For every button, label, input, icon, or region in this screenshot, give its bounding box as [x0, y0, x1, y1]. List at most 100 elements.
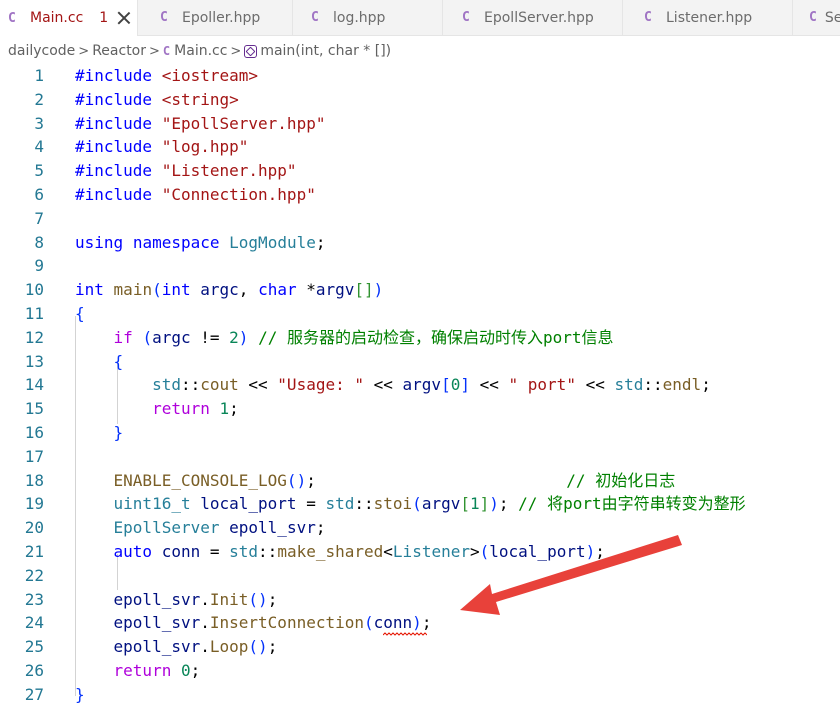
code-text: EpollServer epoll_svr;	[113, 518, 326, 538]
line-number: 3	[34, 113, 44, 133]
line-number: 18	[24, 470, 44, 490]
line-number: 16	[24, 423, 44, 442]
chevron-right-icon: >	[78, 43, 90, 59]
code-line[interactable]: 13 {	[0, 350, 840, 374]
code-text: #include "Listener.hpp"	[75, 161, 297, 181]
code-line[interactable]: 17	[0, 445, 840, 469]
close-icon[interactable]	[116, 10, 132, 26]
code-line[interactable]: 12 if (argc != 2) // 服务器的启动检查，确保启动时传入por…	[0, 326, 840, 350]
breadcrumb-folder-dailycode[interactable]: dailycode	[8, 43, 75, 59]
code-line[interactable]: 27}	[0, 683, 840, 707]
code-line[interactable]: 7	[0, 207, 840, 231]
line-number: 17	[24, 446, 44, 466]
line-number: 2	[34, 89, 44, 109]
line-number: 23	[24, 589, 44, 609]
code-line[interactable]: 19 uint16_t local_port = std::stoi(argv[…	[0, 492, 840, 516]
tab-epoller-hpp[interactable]: C Epoller.hpp	[138, 0, 293, 35]
code-line[interactable]: 9	[0, 254, 840, 278]
tab-listener-hpp[interactable]: C Listener.hpp	[623, 0, 793, 35]
code-line[interactable]: 10 int main(int argc, char *argv[])	[0, 278, 840, 302]
line-number: 9	[34, 256, 44, 276]
code-text: auto conn = std::make_shared<Listener>(l…	[113, 542, 605, 561]
editor-tab-bar: C Main.cc 1 C Epoller.hpp C log.hpp C Ep…	[0, 0, 840, 36]
breadcrumb-file[interactable]: Main.cc	[174, 43, 227, 59]
tab-label: Main.cc	[30, 10, 84, 26]
line-number: 11	[24, 304, 44, 323]
line-number: 4	[34, 137, 44, 157]
cpp-file-icon: C	[162, 44, 171, 58]
cpp-file-icon: C	[809, 10, 817, 25]
code-line[interactable]: 22	[0, 564, 840, 588]
line-number: 26	[24, 661, 44, 680]
code-line[interactable]: 16 }	[0, 421, 840, 445]
code-line[interactable]: 26 return 0;	[0, 659, 840, 683]
breadcrumb: dailycode > Reactor > C Main.cc > main(i…	[0, 38, 391, 64]
code-line[interactable]: 6 #include "Connection.hpp"	[0, 183, 840, 207]
code-text: {	[113, 351, 124, 371]
line-number: 10	[24, 280, 44, 300]
breadcrumb-function[interactable]: main(int, char * [])	[260, 43, 391, 59]
line-number: 25	[24, 637, 44, 657]
code-text: uint16_t local_port = std::stoi(argv[1])…	[113, 494, 746, 514]
line-number: 15	[24, 399, 44, 419]
code-line[interactable]: 8 using namespace LogModule;	[0, 231, 840, 255]
line-number: 12	[24, 327, 44, 347]
code-text: {	[75, 304, 85, 323]
code-text: if (argc != 2) // 服务器的启动检查，确保启动时传入port信息	[113, 327, 614, 347]
function-symbol-icon	[244, 44, 258, 58]
tab-label: Epoller.hpp	[182, 9, 261, 26]
tab-label: Se	[824, 9, 840, 26]
code-text: }	[113, 423, 124, 442]
line-number: 27	[24, 684, 44, 704]
code-line[interactable]: 15 return 1;	[0, 397, 840, 421]
code-line[interactable]: 21 auto conn = std::make_shared<Listener…	[0, 540, 840, 564]
code-text: #include "EpollServer.hpp"	[75, 113, 326, 133]
code-line[interactable]: 11 {	[0, 302, 840, 326]
line-number: 22	[24, 565, 44, 585]
code-text: epoll_svr.Loop();	[113, 637, 278, 657]
line-number: 20	[24, 518, 44, 538]
code-line[interactable]: 2 #include <string>	[0, 88, 840, 112]
cpp-file-icon: C	[462, 10, 470, 25]
code-line[interactable]: 25 epoll_svr.Loop();	[0, 635, 840, 659]
line-number: 19	[24, 494, 44, 514]
breadcrumb-folder-reactor[interactable]: Reactor	[92, 43, 146, 59]
cpp-file-icon: C	[8, 10, 16, 26]
code-line[interactable]: 3 #include "EpollServer.hpp"	[0, 112, 840, 136]
code-editor[interactable]: 1 #include <iostream> 2 #include <string> 3 #…	[0, 64, 840, 724]
code-text: std::cout << "Usage: " << argv[0] << " p…	[152, 375, 711, 395]
code-line[interactable]: 1 #include <iostream>	[0, 64, 840, 88]
tab-log-hpp[interactable]: C log.hpp	[293, 0, 443, 35]
chevron-right-icon: >	[149, 43, 160, 59]
code-line[interactable]: 20 EpollServer epoll_svr;	[0, 516, 840, 540]
line-number: 14	[24, 375, 44, 395]
line-number: 6	[34, 185, 44, 204]
code-text: using namespace LogModule;	[75, 232, 326, 252]
code-line[interactable]: 14 std::cout << "Usage: " << argv[0] << …	[0, 373, 840, 397]
code-text: return 1;	[152, 399, 239, 419]
tab-overflow[interactable]: C Se	[793, 0, 840, 35]
cpp-file-icon: C	[311, 10, 319, 25]
error-squiggle	[383, 632, 427, 636]
code-text: int main(int argc, char *argv[])	[75, 280, 384, 300]
code-text: epoll_svr.Init();	[113, 589, 278, 609]
code-text: epoll_svr.InsertConnection(conn);	[113, 613, 432, 633]
tab-label: EpollServer.hpp	[484, 9, 594, 26]
line-number: 13	[24, 351, 44, 371]
code-line[interactable]: 5 #include "Listener.hpp"	[0, 159, 840, 183]
code-line[interactable]: 4 #include "log.hpp"	[0, 135, 840, 159]
tab-epollserver-hpp[interactable]: C EpollServer.hpp	[443, 0, 623, 35]
tab-label: log.hpp	[333, 9, 386, 26]
code-text: #include <iostream>	[75, 66, 259, 85]
cpp-file-icon: C	[644, 10, 652, 25]
code-line[interactable]: 23 epoll_svr.Init();	[0, 588, 840, 612]
line-number: 7	[34, 208, 44, 228]
tab-main-cc[interactable]: C Main.cc 1	[0, 0, 138, 36]
chevron-right-icon: >	[230, 43, 242, 59]
code-text: #include "Connection.hpp"	[75, 185, 316, 204]
line-number: 5	[34, 161, 44, 181]
line-number: 8	[34, 232, 44, 252]
code-text: ENABLE_CONSOLE_LOG(); // 初始化日志	[113, 470, 676, 490]
code-line[interactable]: 18 ENABLE_CONSOLE_LOG(); // 初始化日志	[0, 469, 840, 493]
code-text: return 0;	[113, 661, 201, 680]
